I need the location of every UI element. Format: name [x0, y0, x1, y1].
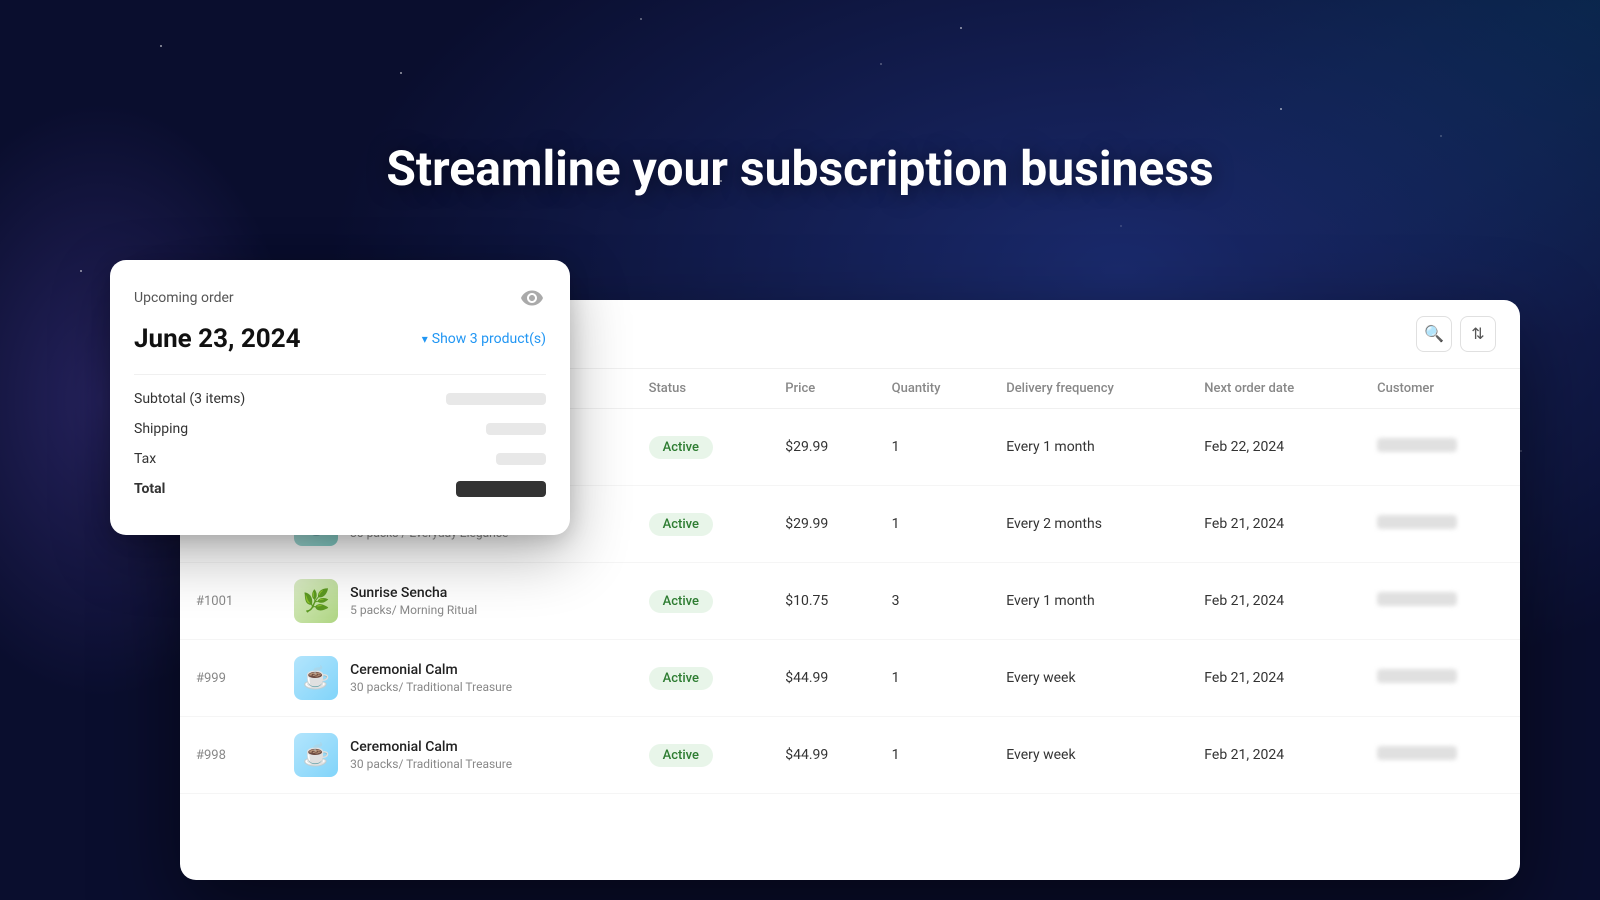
product-thumb-icon: ☕: [302, 743, 329, 768]
popup-subtotal-row: Subtotal (3 items): [134, 391, 546, 407]
shipping-label: Shipping: [134, 421, 188, 437]
cell-customer: [1361, 409, 1520, 486]
popup-header: Upcoming order: [134, 284, 546, 312]
upcoming-order-popup: Upcoming order June 23, 2024 ▾ Show 3 pr…: [110, 260, 570, 535]
tax-label: Tax: [134, 451, 156, 467]
cell-next-order-date: Feb 21, 2024: [1188, 717, 1361, 794]
tax-value: [496, 453, 546, 465]
cell-delivery-frequency: Every week: [990, 717, 1188, 794]
status-badge: Active: [649, 590, 713, 613]
customer-name: [1377, 592, 1457, 606]
cell-next-order-date: Feb 21, 2024: [1188, 486, 1361, 563]
sort-button[interactable]: ⇅: [1460, 316, 1496, 352]
product-info: Ceremonial Calm 30 packs/ Traditional Tr…: [350, 662, 512, 694]
cell-next-order-date: Feb 21, 2024: [1188, 563, 1361, 640]
status-badge: Active: [649, 436, 713, 459]
product-info: Sunrise Sencha 5 packs/ Morning Ritual: [350, 585, 477, 617]
total-label: Total: [134, 481, 165, 497]
subtotal-label: Subtotal (3 items): [134, 391, 245, 407]
status-badge: Active: [649, 513, 713, 536]
cell-delivery-frequency: Every 1 month: [990, 563, 1188, 640]
cell-quantity: 1: [876, 717, 991, 794]
popup-date: June 23, 2024: [134, 324, 301, 354]
cell-price: $29.99: [769, 409, 875, 486]
product-name: Ceremonial Calm: [350, 739, 512, 755]
cell-id: #1001: [180, 563, 278, 640]
cell-status: Active: [633, 717, 770, 794]
cell-delivery-frequency: Every week: [990, 640, 1188, 717]
popup-tax-row: Tax: [134, 451, 546, 467]
cell-status: Active: [633, 409, 770, 486]
product-thumbnail: ☕: [294, 733, 338, 777]
show-products-button[interactable]: ▾ Show 3 product(s): [422, 331, 546, 347]
product-name: Sunrise Sencha: [350, 585, 477, 601]
cell-product: ☕ Ceremonial Calm 30 packs/ Traditional …: [278, 640, 632, 717]
cell-quantity: 1: [876, 486, 991, 563]
cell-id: #999: [180, 640, 278, 717]
cell-delivery-frequency: Every 2 months: [990, 486, 1188, 563]
cell-next-order-date: Feb 21, 2024: [1188, 640, 1361, 717]
page-title: Streamline your subscription business: [386, 140, 1213, 197]
cell-customer: [1361, 563, 1520, 640]
cell-product: 🌿 Sunrise Sencha 5 packs/ Morning Ritual: [278, 563, 632, 640]
col-quantity: Quantity: [876, 369, 991, 409]
status-badge: Active: [649, 744, 713, 767]
table-row[interactable]: #998 ☕ Ceremonial Calm 30 packs/ Traditi…: [180, 717, 1520, 794]
customer-name: [1377, 515, 1457, 529]
col-next-order-date: Next order date: [1188, 369, 1361, 409]
product-thumbnail: 🌿: [294, 579, 338, 623]
product-thumbnail: ☕: [294, 656, 338, 700]
customer-name: [1377, 746, 1457, 760]
cell-price: $44.99: [769, 640, 875, 717]
product-variant: 30 packs/ Traditional Treasure: [350, 757, 512, 771]
cell-customer: [1361, 717, 1520, 794]
subtotal-value: [446, 393, 546, 405]
table-row[interactable]: #999 ☕ Ceremonial Calm 30 packs/ Traditi…: [180, 640, 1520, 717]
search-button[interactable]: 🔍: [1416, 316, 1452, 352]
popup-divider: [134, 374, 546, 375]
cell-status: Active: [633, 563, 770, 640]
cell-price: $44.99: [769, 717, 875, 794]
cell-delivery-frequency: Every 1 month: [990, 409, 1188, 486]
sort-icon: ⇅: [1471, 324, 1484, 344]
table-row[interactable]: #1001 🌿 Sunrise Sencha 5 packs/ Morning …: [180, 563, 1520, 640]
col-customer: Customer: [1361, 369, 1520, 409]
popup-date-row: June 23, 2024 ▾ Show 3 product(s): [134, 324, 546, 354]
product-info: Ceremonial Calm 30 packs/ Traditional Tr…: [350, 739, 512, 771]
cell-quantity: 3: [876, 563, 991, 640]
popup-total-row: Total: [134, 481, 546, 497]
product-variant: 30 packs/ Traditional Treasure: [350, 680, 512, 694]
show-products-label: Show 3 product(s): [432, 331, 546, 347]
product-variant: 5 packs/ Morning Ritual: [350, 603, 477, 617]
cell-status: Active: [633, 486, 770, 563]
customer-name: [1377, 438, 1457, 452]
cell-next-order-date: Feb 22, 2024: [1188, 409, 1361, 486]
product-thumb-icon: ☕: [302, 666, 329, 691]
customer-name: [1377, 669, 1457, 683]
cell-customer: [1361, 640, 1520, 717]
cell-quantity: 1: [876, 640, 991, 717]
status-badge: Active: [649, 667, 713, 690]
product-thumb-icon: 🌿: [302, 589, 329, 614]
chevron-down-icon: ▾: [422, 332, 428, 346]
col-delivery-frequency: Delivery frequency: [990, 369, 1188, 409]
cell-quantity: 1: [876, 409, 991, 486]
shipping-value: [486, 423, 546, 435]
popup-title: Upcoming order: [134, 290, 234, 306]
eye-icon-button[interactable]: [518, 284, 546, 312]
product-name: Ceremonial Calm: [350, 662, 512, 678]
col-price: Price: [769, 369, 875, 409]
col-status: Status: [633, 369, 770, 409]
cell-status: Active: [633, 640, 770, 717]
popup-shipping-row: Shipping: [134, 421, 546, 437]
cell-id: #998: [180, 717, 278, 794]
search-icon: 🔍: [1424, 324, 1444, 344]
cell-product: ☕ Ceremonial Calm 30 packs/ Traditional …: [278, 717, 632, 794]
cell-price: $29.99: [769, 486, 875, 563]
cell-customer: [1361, 486, 1520, 563]
cell-price: $10.75: [769, 563, 875, 640]
total-value: [456, 481, 546, 497]
